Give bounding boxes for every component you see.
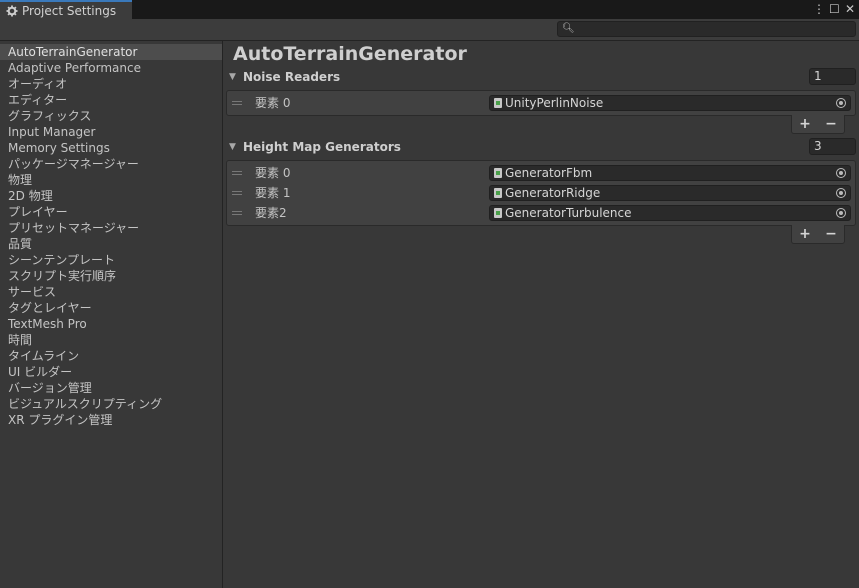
add-element-button[interactable]: + [795,116,815,133]
height-map-generators-label: Height Map Generators [243,140,401,154]
object-field[interactable]: GeneratorRidge [489,185,851,201]
element-label: 要素2 [255,206,287,220]
page-title: AutoTerrainGenerator [233,43,467,65]
noise-readers-count-field[interactable]: 1 [809,68,856,85]
sidebar-item[interactable]: AutoTerrainGenerator [0,44,222,60]
add-element-button[interactable]: + [795,226,815,243]
foldout-arrow-icon: ▼ [229,142,236,152]
tab-project-settings[interactable]: Project Settings [0,0,132,19]
close-icon[interactable]: ✕ [845,1,855,17]
more-options-icon[interactable]: ⋮ [813,1,825,17]
element-label: 要素 1 [255,186,291,200]
script-icon [494,208,502,218]
drag-handle-icon[interactable] [232,207,242,219]
object-picker-icon[interactable] [836,188,846,198]
tab-title: Project Settings [22,3,117,18]
search-input[interactable] [574,22,850,36]
search-box[interactable]: 🔍︎ [557,21,856,37]
sidebar-item[interactable]: スクリプト実行順序 [0,268,222,284]
remove-element-button[interactable]: − [821,116,841,133]
object-picker-icon[interactable] [836,208,846,218]
element-label: 要素 0 [255,96,291,110]
sidebar-item[interactable]: 時間 [0,332,222,348]
element-label: 要素 0 [255,166,291,180]
sidebar-item[interactable]: XR プラグイン管理 [0,412,222,428]
sidebar-item[interactable]: 2D 物理 [0,188,222,204]
list-element-row: 要素2 GeneratorTurbulence [227,203,855,223]
object-picker-icon[interactable] [836,168,846,178]
sidebar-item[interactable]: グラフィックス [0,108,222,124]
toolbar: 🔍︎ [0,19,859,41]
object-field-value: GeneratorFbm [505,166,593,180]
sidebar-item[interactable]: プリセットマネージャー [0,220,222,236]
sidebar-item[interactable]: 品質 [0,236,222,252]
sidebar-item[interactable]: TextMesh Pro [0,316,222,332]
drag-handle-icon[interactable] [232,97,242,109]
script-icon [494,98,502,108]
height-map-generators-count-field[interactable]: 3 [809,138,856,155]
sidebar-item[interactable]: エディター [0,92,222,108]
sidebar-item[interactable]: タグとレイヤー [0,300,222,316]
object-field[interactable]: GeneratorTurbulence [489,205,851,221]
window-controls: ⋮ ☐ ✕ [813,1,855,17]
noise-readers-list: 要素 0 UnityPerlinNoise [226,90,856,116]
sidebar-item[interactable]: パッケージマネージャー [0,156,222,172]
sidebar-item[interactable]: バージョン管理 [0,380,222,396]
sidebar-item[interactable]: プレイヤー [0,204,222,220]
sidebar-item[interactable]: サービス [0,284,222,300]
height-map-generators-foldout[interactable]: ▼ Height Map Generators [229,138,401,156]
settings-content: AutoTerrainGenerator ▼ Noise Readers 1 要… [223,41,859,588]
sidebar-item[interactable]: オーディオ [0,76,222,92]
tab-bar: Project Settings ⋮ ☐ ✕ [0,0,859,19]
sidebar-item[interactable]: Input Manager [0,124,222,140]
noise-readers-add-remove: + − [791,115,845,134]
sidebar-item[interactable]: ビジュアルスクリプティング [0,396,222,412]
list-element-row: 要素 0 UnityPerlinNoise [227,93,855,113]
object-field[interactable]: UnityPerlinNoise [489,95,851,111]
search-icon: 🔍︎ [562,23,575,34]
height-map-generators-list: 要素 0 GeneratorFbm 要素 1 GeneratorRidge 要素2 Gen… [226,160,856,226]
drag-handle-icon[interactable] [232,167,242,179]
script-icon [494,168,502,178]
sidebar-item[interactable]: UI ビルダー [0,364,222,380]
sidebar-item[interactable]: Memory Settings [0,140,222,156]
gear-icon [6,5,18,16]
settings-sidebar: AutoTerrainGenerator Adaptive Performance… [0,41,222,588]
object-field-value: GeneratorTurbulence [505,206,632,220]
maximize-icon[interactable]: ☐ [829,1,840,17]
list-element-row: 要素 1 GeneratorRidge [227,183,855,203]
object-field-value: GeneratorRidge [505,186,601,200]
object-field-value: UnityPerlinNoise [505,96,604,110]
sidebar-item[interactable]: シーンテンプレート [0,252,222,268]
sidebar-item[interactable]: タイムライン [0,348,222,364]
object-field[interactable]: GeneratorFbm [489,165,851,181]
drag-handle-icon[interactable] [232,187,242,199]
remove-element-button[interactable]: − [821,226,841,243]
foldout-arrow-icon: ▼ [229,72,236,82]
object-picker-icon[interactable] [836,98,846,108]
sidebar-item[interactable]: 物理 [0,172,222,188]
script-icon [494,188,502,198]
noise-readers-label: Noise Readers [243,70,341,84]
list-element-row: 要素 0 GeneratorFbm [227,163,855,183]
height-map-generators-add-remove: + − [791,225,845,244]
noise-readers-foldout[interactable]: ▼ Noise Readers [229,68,340,86]
sidebar-item[interactable]: Adaptive Performance [0,60,222,76]
